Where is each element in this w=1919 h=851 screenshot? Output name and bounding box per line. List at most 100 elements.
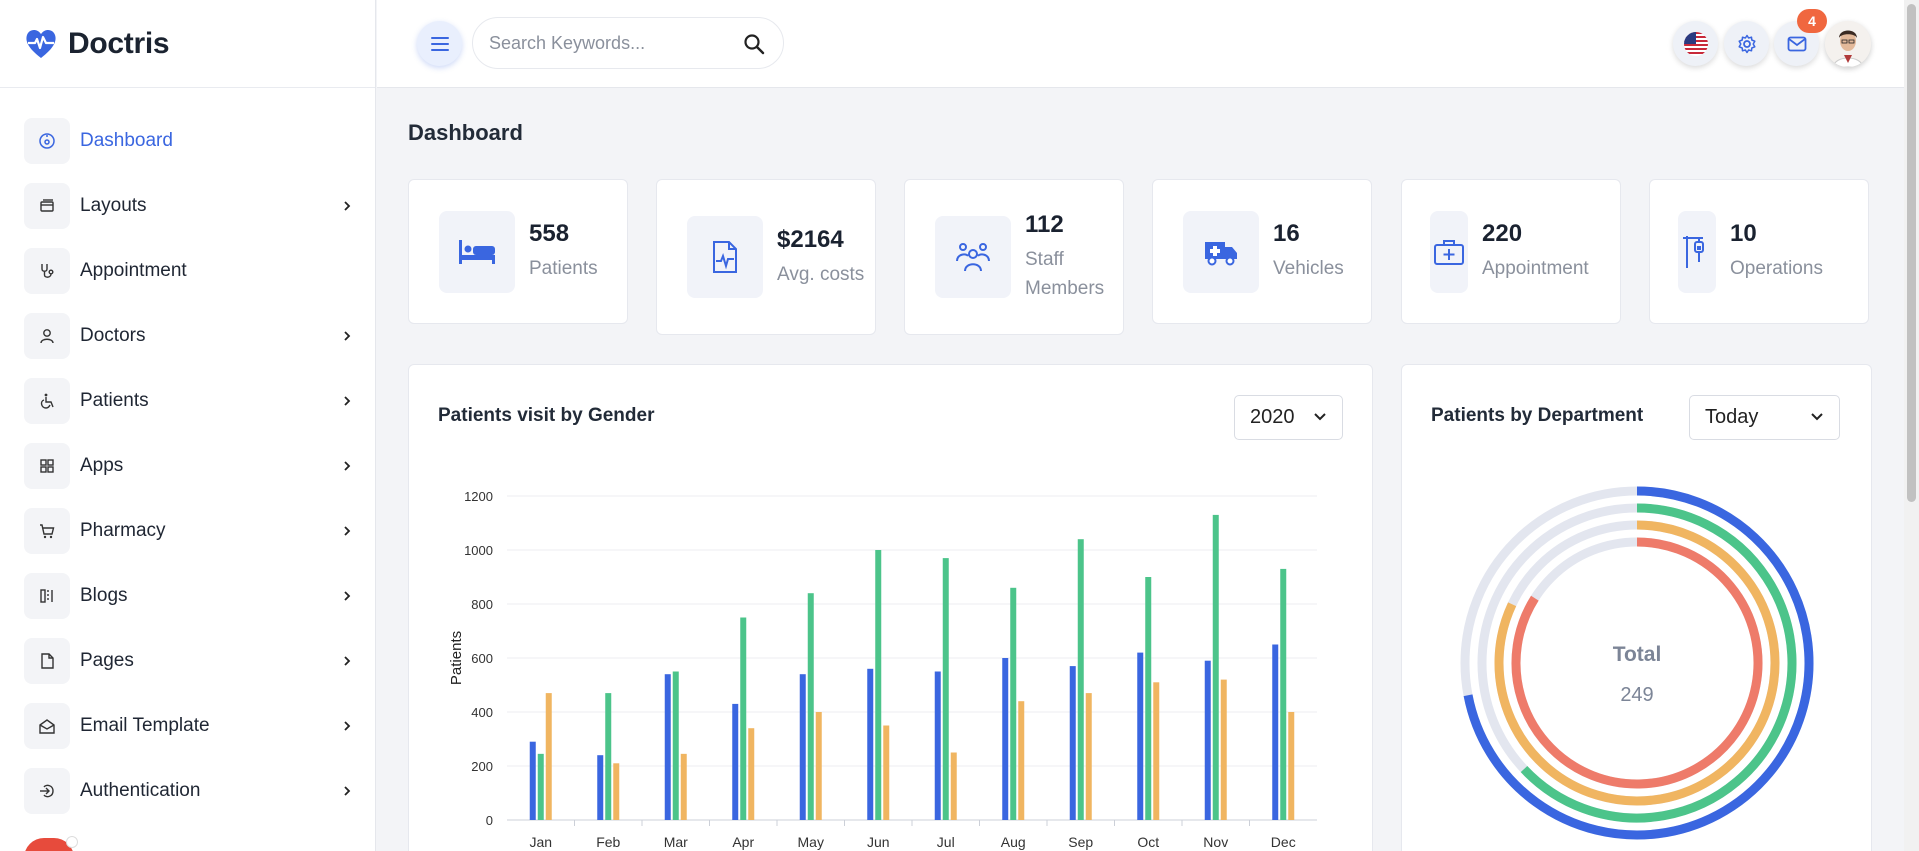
doctor-avatar-icon: [1825, 21, 1871, 67]
department-chart-panel: Patients by Department Today Total 249: [1401, 364, 1872, 851]
chevron-right-icon: [344, 785, 351, 796]
scrollbar-thumb[interactable]: [1907, 4, 1916, 502]
bar: [680, 753, 687, 820]
santa-hat-icon: [24, 836, 78, 851]
stat-card-appointment: 220 Appointment: [1401, 179, 1621, 324]
chevron-right-icon: [344, 525, 351, 536]
x-tick-label: Dec: [1271, 834, 1296, 850]
messages-button[interactable]: 4: [1774, 9, 1827, 66]
mail-icon: [1787, 36, 1806, 51]
bar: [1069, 666, 1076, 820]
bar: [799, 674, 806, 820]
stat-icon-box: [1183, 210, 1259, 293]
sidebar-item-apps[interactable]: Apps: [0, 433, 375, 498]
sidebar-item-label: Layouts: [80, 194, 147, 216]
y-tick-label: 1200: [464, 489, 493, 504]
language-flag-button[interactable]: [1673, 21, 1718, 66]
bar: [867, 668, 874, 820]
sidebar-item-label: Doctors: [80, 324, 146, 346]
gender-chart-panel: Patients visit by Gender 2020 0 200 400 600…: [408, 364, 1373, 851]
y-tick-label: 600: [471, 651, 493, 666]
brand[interactable]: Doctris: [0, 0, 375, 88]
bed-icon: [459, 239, 495, 264]
stat-card-vehicles: 16 Vehicles: [1152, 179, 1372, 324]
y-axis-title: Patients: [448, 631, 465, 685]
x-tick-label: Apr: [732, 834, 754, 850]
x-tick-label: Jan: [529, 834, 552, 850]
sidebar-item-patients[interactable]: Patients: [0, 368, 375, 433]
chevron-right-icon: [344, 720, 351, 731]
iv-drip-icon: [1683, 235, 1704, 268]
topbar: 4: [377, 0, 1904, 88]
x-tick-label: Mar: [664, 834, 688, 850]
bar: [545, 693, 552, 820]
bar: [950, 752, 957, 820]
sidebar-item-authentication[interactable]: Authentication: [0, 758, 375, 823]
x-tick-label: Jul: [937, 834, 955, 850]
sidebar-item-email-template[interactable]: Email Template: [0, 693, 375, 758]
sidebar-item-layouts[interactable]: Layouts: [0, 173, 375, 238]
apps-grid-icon: [24, 442, 70, 489]
bar: [1002, 658, 1009, 820]
radial-center-label: Total: [1613, 643, 1662, 666]
sidebar-item-dashboard[interactable]: Dashboard: [0, 108, 375, 173]
stat-card-operations: 10 Operations: [1649, 179, 1869, 324]
stat-label: Staff Members: [1025, 249, 1105, 299]
bar: [1077, 539, 1084, 820]
x-tick-label: Jun: [867, 834, 890, 850]
search-input[interactable]: [489, 32, 729, 54]
x-tick-label: May: [798, 834, 824, 850]
menu-toggle-button[interactable]: [417, 21, 462, 66]
settings-button[interactable]: [1724, 21, 1769, 66]
medical-file-icon: [713, 241, 737, 273]
gear-icon: [1737, 34, 1756, 53]
sidebar-item-label: Dashboard: [80, 129, 173, 151]
bar: [883, 725, 890, 820]
search-bar: [472, 17, 784, 69]
stat-text: 10 Operations: [1730, 220, 1823, 283]
chevron-right-icon: [344, 655, 351, 666]
bar: [605, 693, 612, 820]
bar: [1145, 577, 1152, 820]
search-icon[interactable]: [743, 33, 765, 55]
page-icon: [24, 637, 70, 684]
sidebar-item-label: Authentication: [80, 779, 201, 801]
envelope-open-icon: [24, 702, 70, 749]
stat-value: 112: [1025, 211, 1064, 238]
bar: [807, 593, 814, 820]
bar: [942, 558, 949, 820]
y-tick-label: 200: [471, 759, 493, 774]
page-scrollbar[interactable]: [1904, 0, 1919, 851]
sidebar-item-pages[interactable]: Pages: [0, 628, 375, 693]
sidebar-item-appointment[interactable]: Appointment: [0, 238, 375, 303]
sidebar-item-label: Blogs: [80, 584, 128, 606]
x-tick-label: Feb: [596, 834, 620, 850]
radial-center-value: 249: [1620, 684, 1653, 706]
stat-text: $2164 Avg. costs: [777, 226, 864, 289]
medical-kit-icon: [1434, 239, 1464, 265]
bar: [672, 671, 679, 820]
stat-label: Appointment: [1482, 258, 1589, 279]
stat-label: Vehicles: [1273, 258, 1344, 279]
stat-value: 220: [1482, 220, 1523, 247]
bar: [1153, 682, 1160, 820]
sidebar-item-doctors[interactable]: Doctors: [0, 303, 375, 368]
x-tick-label: Nov: [1203, 834, 1228, 850]
stat-icon-box: [687, 216, 763, 298]
stat-card-avg-costs: $2164 Avg. costs: [656, 179, 876, 335]
sidebar-item-label: Apps: [80, 454, 124, 476]
sidebar-item-blogs[interactable]: Blogs: [0, 563, 375, 628]
hamburger-icon: [430, 36, 449, 51]
sidebar-item-pharmacy[interactable]: Pharmacy: [0, 498, 375, 563]
user-avatar[interactable]: [1825, 21, 1871, 67]
bar: [1220, 679, 1227, 820]
stat-card-patients: 558 Patients: [408, 179, 628, 324]
y-tick-label: 800: [471, 597, 493, 612]
bar: [1137, 652, 1144, 820]
stat-label: Operations: [1730, 258, 1823, 279]
sidebar-item-label: Appointment: [80, 259, 187, 281]
stat-label: Patients: [529, 258, 598, 279]
stat-card-staff-members: 112 Staff Members: [904, 179, 1124, 335]
wheelchair-icon: [24, 377, 70, 424]
bar: [1018, 701, 1025, 820]
